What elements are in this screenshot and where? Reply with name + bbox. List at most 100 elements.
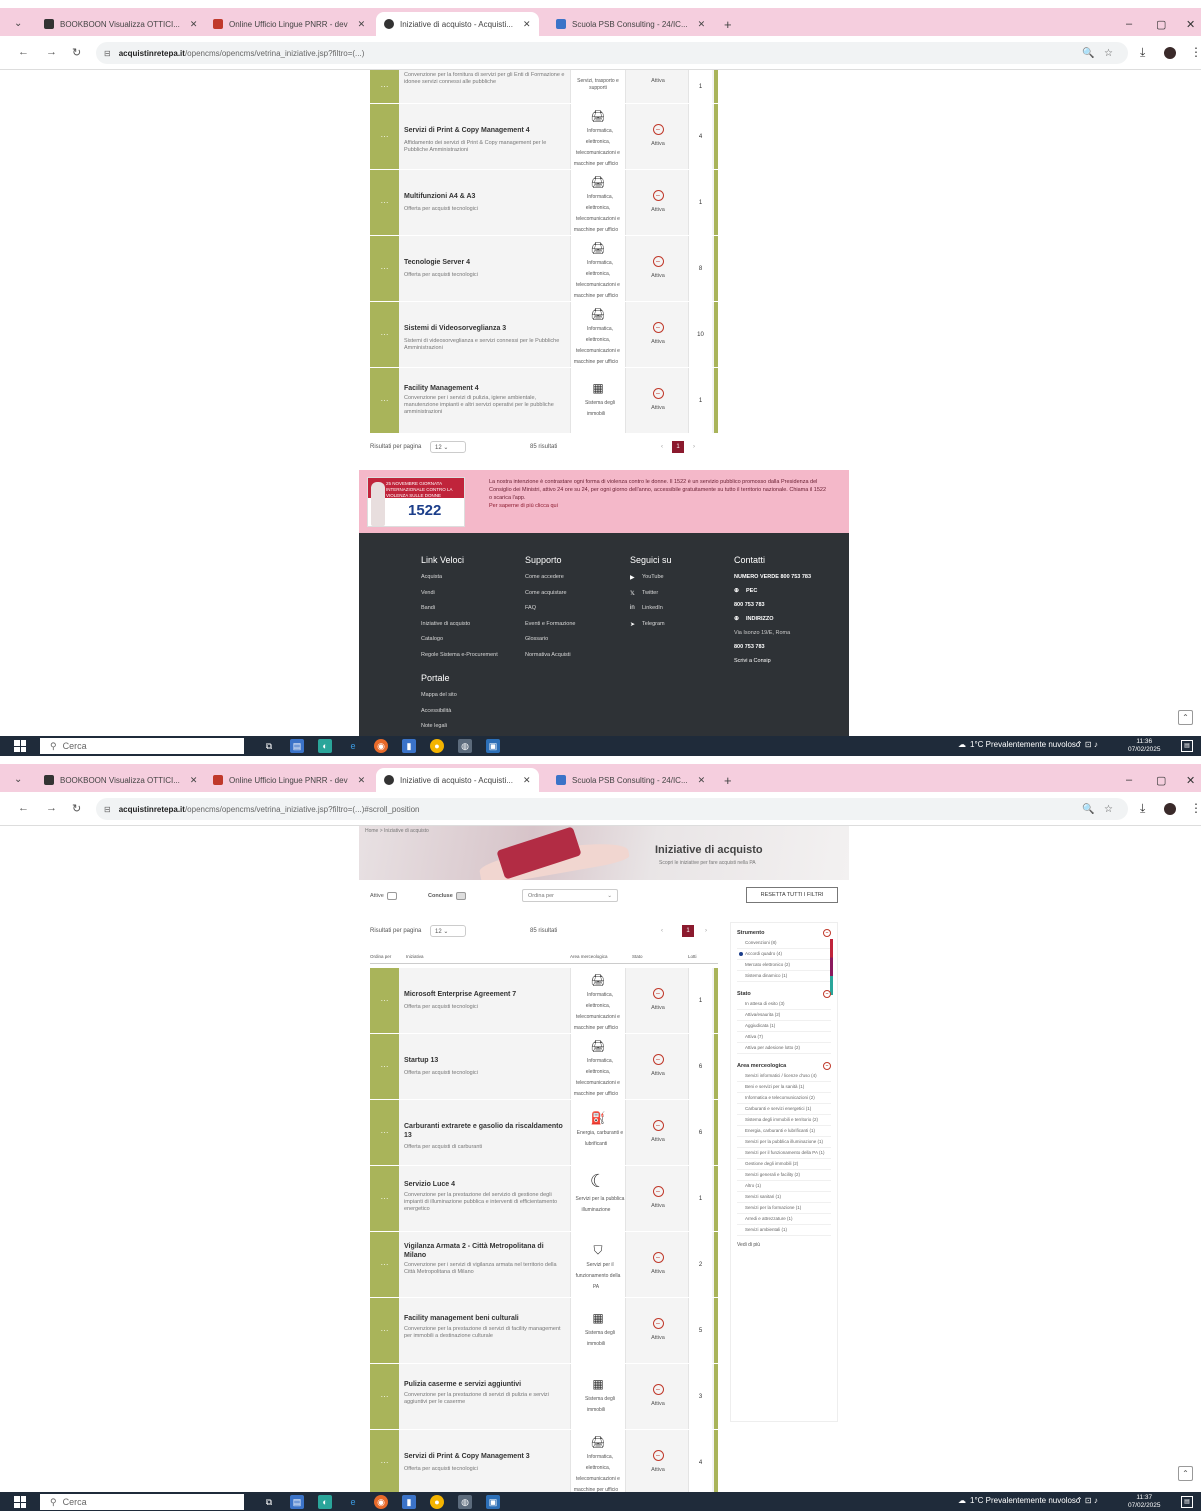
contact-write-link[interactable]: Scrivi a Consip <box>734 658 830 665</box>
toggle-switch[interactable] <box>386 892 397 900</box>
filter-option[interactable]: Attiva (7) <box>737 1032 831 1043</box>
system-tray[interactable]: ⌃ ⊡ ♪ <box>1076 740 1098 749</box>
filter-option[interactable]: Servizi per la pubblica illuminazione (1… <box>737 1137 831 1148</box>
list-item[interactable]: ··· Convenzione per la fornitura di serv… <box>370 70 718 104</box>
footer-link[interactable]: Eventi e Formazione <box>525 621 625 637</box>
footer-link[interactable]: Regole Sistema e-Procurement <box>421 652 521 668</box>
maximize-button[interactable]: ▢ <box>1156 774 1166 787</box>
browser-tab-1[interactable]: BOOKBOON Visualizza OTTICI... ✕ <box>36 12 205 36</box>
expand-icon[interactable]: ··· <box>370 1100 399 1165</box>
filter-option[interactable]: Beni e servizi per la sanità (1) <box>737 1082 831 1093</box>
item-title[interactable]: Microsoft Enterprise Agreement 7 <box>404 990 566 999</box>
item-title[interactable]: Servizi di Print & Copy Management 3 <box>404 1452 566 1461</box>
filter-option[interactable]: Gestione degli immobili (2) <box>737 1159 831 1170</box>
profile-avatar[interactable] <box>1164 47 1176 59</box>
expand-icon[interactable]: ··· <box>370 968 399 1033</box>
files-icon[interactable]: ▮ <box>402 1495 416 1509</box>
list-item[interactable]: ··· Sistemi di Videosorveglianza 3 Siste… <box>370 302 718 368</box>
taskbar-search[interactable]: ⚲ Cerca <box>40 738 244 754</box>
footer-link[interactable]: Iniziative di acquisto <box>421 621 521 637</box>
list-item[interactable]: ··· Facility management beni culturali C… <box>370 1298 718 1364</box>
item-title[interactable]: Facility Management 4 <box>404 384 566 393</box>
office-icon[interactable]: ▣ <box>486 1495 500 1509</box>
item-title[interactable]: Pulizia caserme e servizi aggiuntivi <box>404 1380 566 1389</box>
show-more-link[interactable]: Vedi di più <box>737 1242 831 1248</box>
site-info-icon[interactable]: ⊟ <box>104 49 111 58</box>
item-title[interactable]: Tecnologie Server 4 <box>404 258 566 267</box>
filter-option[interactable]: Arredi e attrezzature (1) <box>737 1214 831 1225</box>
forward-icon[interactable]: → <box>46 46 57 58</box>
filter-option[interactable]: Servizi ambientali (1) <box>737 1225 831 1236</box>
list-item[interactable]: ··· Multifunzioni A4 & A3 Offerta per ac… <box>370 170 718 236</box>
filter-option[interactable]: Sistema degli immobili e territorio (2) <box>737 1115 831 1126</box>
expand-icon[interactable]: ··· <box>370 1298 399 1363</box>
item-title[interactable]: Facility management beni culturali <box>404 1314 566 1323</box>
list-item[interactable]: ··· Tecnologie Server 4 Offerta per acqu… <box>370 236 718 302</box>
footer-link[interactable]: Catalogo <box>421 636 521 652</box>
col-sort[interactable]: Ordina per <box>370 954 391 959</box>
tab-search-icon[interactable]: ⌄ <box>14 774 22 785</box>
item-title[interactable]: Sistemi di Videosorveglianza 3 <box>404 324 566 333</box>
close-window-button[interactable]: ✕ <box>1186 774 1195 787</box>
filter-option[interactable]: Sistema dinamico (1) <box>737 971 831 982</box>
close-icon[interactable]: ✕ <box>523 775 531 786</box>
item-title[interactable]: Carburanti extrarete e gasolio da riscal… <box>404 1122 566 1140</box>
footer-link[interactable]: Come accedere <box>525 574 625 590</box>
site-info-icon[interactable]: ⊟ <box>104 805 111 814</box>
menu-kebab-icon[interactable]: ⋮ <box>1190 801 1201 815</box>
ie-icon[interactable]: e <box>346 1495 360 1509</box>
item-title[interactable]: Vigilanza Armata 2 - Città Metropolitana… <box>404 1242 566 1260</box>
weather-widget[interactable]: ☁ 1°C Prevalentemente nuvoloso <box>958 740 1080 749</box>
footer-link[interactable]: Note legali <box>421 723 521 736</box>
minimize-button[interactable]: – <box>1126 774 1132 786</box>
windows-start-icon[interactable] <box>14 1496 26 1508</box>
filter-option[interactable]: Aggiudicata (1) <box>737 1021 831 1032</box>
filter-option[interactable]: Servizi per il funzionamento della PA (1… <box>737 1148 831 1159</box>
address-bar[interactable]: ⊟ acquistinretepa.it/opencms/opencms/vet… <box>96 798 1128 820</box>
active-app-icon[interactable]: ◍ <box>458 739 472 753</box>
browser-tab-4[interactable]: Scuola PSB Consulting - 24/IC... ✕ <box>548 12 713 36</box>
weather-widget[interactable]: ☁ 1°C Prevalentemente nuvoloso <box>958 1496 1080 1505</box>
windows-start-icon[interactable] <box>14 740 26 752</box>
new-tab-button[interactable]: + <box>724 773 732 788</box>
close-icon[interactable]: ✕ <box>523 19 531 30</box>
footer-link[interactable]: Normativa Acquisti <box>525 652 625 668</box>
filter-option[interactable]: Convenzioni (8) <box>737 938 831 949</box>
filter-option[interactable]: Attiva per adesione lotto (2) <box>737 1043 831 1054</box>
footer-link[interactable]: Bandi <box>421 605 521 621</box>
edge-icon[interactable]: ◐ <box>318 739 332 753</box>
social-telegram[interactable]: ➤ Telegram <box>630 621 730 637</box>
browser-tab-2[interactable]: Online Ufficio Lingue PNRR - dev ✕ <box>205 12 373 36</box>
filter-option[interactable]: Attiva/esaurita (2) <box>737 1010 831 1021</box>
col-lots[interactable]: Lotti <box>688 954 697 959</box>
list-item[interactable]: ··· Carburanti extrarete e gasolio da ri… <box>370 1100 718 1166</box>
list-item[interactable]: ··· Pulizia caserme e servizi aggiuntivi… <box>370 1364 718 1430</box>
reload-icon[interactable]: ↻ <box>72 802 81 815</box>
toggle-switch[interactable] <box>455 892 466 900</box>
collapse-icon[interactable]: – <box>823 928 831 937</box>
back-icon[interactable]: ← <box>18 802 29 814</box>
list-item[interactable]: ··· Servizio Luce 4 Convenzione per la p… <box>370 1166 718 1232</box>
col-status[interactable]: Stato <box>632 954 643 959</box>
filter-option[interactable]: Energia, carburanti e lubrificanti (1) <box>737 1126 831 1137</box>
page-1-button[interactable]: 1 <box>682 925 694 937</box>
toggle-closed[interactable]: Concluse <box>428 892 466 900</box>
close-icon[interactable]: ✕ <box>190 775 198 786</box>
forward-icon[interactable]: → <box>46 802 57 814</box>
filter-option[interactable]: Altro (1) <box>737 1181 831 1192</box>
list-item[interactable]: ··· Vigilanza Armata 2 - Città Metropoli… <box>370 1232 718 1298</box>
footer-link[interactable]: Vendi <box>421 590 521 606</box>
list-item[interactable]: ··· Servizi di Print & Copy Management 3… <box>370 1430 718 1492</box>
expand-icon[interactable]: ··· <box>370 170 399 235</box>
social-twitter[interactable]: 𝕏 Twitter <box>630 590 730 606</box>
next-page-button[interactable]: › <box>700 925 712 937</box>
item-title[interactable]: Multifunzioni A4 & A3 <box>404 192 566 201</box>
firefox-icon[interactable]: ◉ <box>374 739 388 753</box>
close-icon[interactable]: ✕ <box>698 775 706 786</box>
per-page-select[interactable]: 12 ⌄ <box>430 925 466 937</box>
item-title[interactable]: Startup 13 <box>404 1056 566 1065</box>
expand-icon[interactable]: ··· <box>370 236 399 301</box>
filter-option-selected[interactable]: Accordi quadro (4) <box>737 949 831 960</box>
download-icon[interactable]: ⤓ <box>1140 45 1145 60</box>
browser-tab-4[interactable]: Scuola PSB Consulting - 24/IC... ✕ <box>548 768 713 792</box>
